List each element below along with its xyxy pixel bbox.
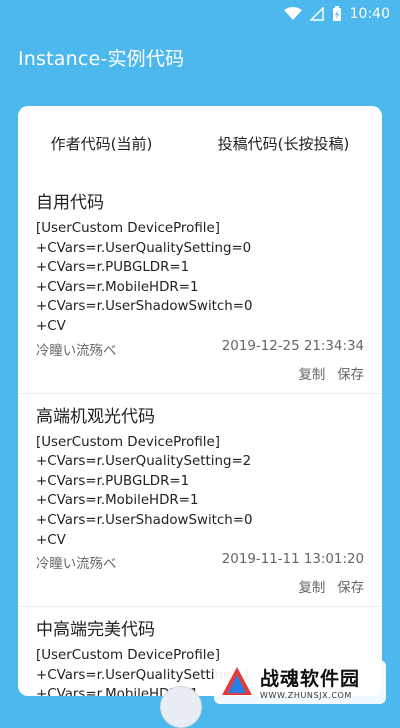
save-button[interactable]: 保存 — [337, 576, 364, 596]
tab-bar: 作者代码(当前) 投稿代码(长按投稿) — [18, 106, 382, 180]
battery-icon — [332, 6, 342, 22]
entry-title: 自用代码 — [36, 193, 104, 213]
tab-author-code[interactable]: 作者代码(当前) — [47, 125, 157, 162]
entry-author: 冷瞳い流殇べ — [36, 343, 117, 359]
status-time: 10:40 — [349, 6, 390, 22]
code-card: 作者代码(当前) 投稿代码(长按投稿) 自用代码 [UserCustom Dev… — [18, 106, 382, 696]
watermark-url: WWW.ZHUNSJX.COM — [260, 691, 352, 700]
entry-author: 冷瞳い流殇べ — [36, 557, 117, 573]
entry-timestamp: 2019-12-25 21:34:34 — [221, 338, 364, 354]
signal-icon — [309, 7, 324, 21]
entry-title: 高端机观光代码 — [36, 406, 155, 427]
list-item[interactable]: 自用代码 [UserCustom DeviceProfile] +CVars=r… — [18, 180, 382, 394]
page-title: Instance-实例代码 — [18, 48, 185, 70]
watermark: 战魂软件园 WWW.ZHUNSJX.COM — [214, 660, 386, 704]
tab-submitted-code[interactable]: 投稿代码(长按投稿) — [214, 125, 354, 162]
list-item[interactable]: 高端机观光代码 [UserCustom DeviceProfile] +CVar… — [18, 394, 382, 608]
entry-code: [UserCustom DeviceProfile] +CVars=r.User… — [36, 221, 253, 334]
copy-button[interactable]: 复制 — [298, 576, 325, 596]
entry-code: [UserCustom DeviceProfile] +CVars=r.User… — [36, 434, 253, 548]
entry-title: 中高端完美代码 — [36, 620, 155, 641]
save-button[interactable]: 保存 — [337, 363, 364, 383]
status-bar: 10:40 — [0, 0, 400, 28]
watermark-logo-icon — [222, 667, 252, 695]
floating-action-button[interactable] — [160, 686, 202, 728]
copy-button[interactable]: 复制 — [298, 363, 325, 383]
entry-timestamp: 2019-11-11 13:01:20 — [221, 552, 364, 568]
wifi-icon — [283, 7, 302, 21]
watermark-name: 战魂软件园 — [260, 668, 361, 690]
